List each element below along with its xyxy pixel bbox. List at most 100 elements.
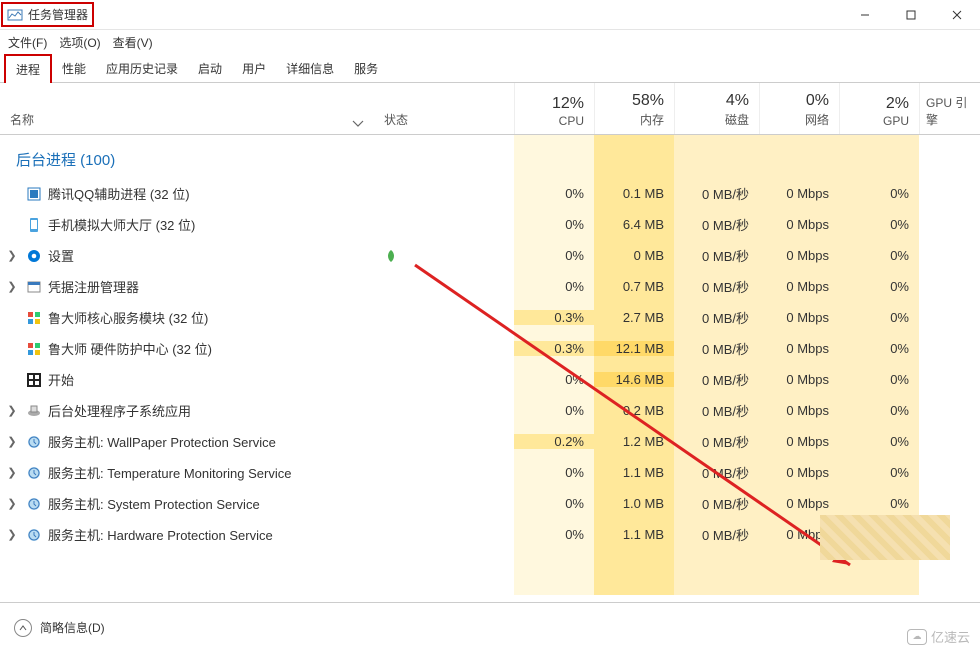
expand-up-button[interactable] xyxy=(14,619,32,637)
maximize-button[interactable] xyxy=(888,0,934,30)
header-gpu[interactable]: 2% GPU xyxy=(839,83,919,134)
header-gpu-engine[interactable]: GPU 引擎 xyxy=(919,83,979,134)
cpu-value: 0% xyxy=(514,465,594,480)
header-sort-indicator[interactable] xyxy=(224,83,384,134)
memory-value: 0 MB xyxy=(594,248,674,263)
table-row[interactable]: 鲁大师核心服务模块 (32 位) 0.3% 2.7 MB 0 MB/秒 0 Mb… xyxy=(0,302,980,333)
process-name: 设置 xyxy=(44,246,384,265)
network-value: 0 Mbps xyxy=(759,310,839,325)
expand-toggle[interactable]: ❯ xyxy=(0,466,24,479)
network-value: 0 Mbps xyxy=(759,248,839,263)
tab-services[interactable]: 服务 xyxy=(344,55,388,82)
watermark: ☁ 亿速云 xyxy=(907,627,970,646)
process-icon xyxy=(24,527,44,543)
memory-value: 0.7 MB xyxy=(594,279,674,294)
expand-toggle[interactable]: ❯ xyxy=(0,249,24,262)
memory-value: 6.4 MB xyxy=(594,217,674,232)
expand-toggle[interactable]: ❯ xyxy=(0,280,24,293)
close-button[interactable] xyxy=(934,0,980,30)
disk-value: 0 MB/秒 xyxy=(674,370,759,389)
titlebar: 任务管理器 xyxy=(0,0,980,30)
disk-value: 0 MB/秒 xyxy=(674,494,759,513)
table-row[interactable]: ❯ 设置 0% 0 MB 0 MB/秒 0 Mbps 0% xyxy=(0,240,980,271)
window-controls xyxy=(842,0,980,30)
disk-value: 0 MB/秒 xyxy=(674,401,759,420)
tab-performance[interactable]: 性能 xyxy=(52,55,96,82)
cpu-value: 0.3% xyxy=(514,310,594,325)
gpu-value: 0% xyxy=(839,403,919,418)
header-cpu[interactable]: 12% CPU xyxy=(514,83,594,134)
network-value: 0 Mbps xyxy=(759,372,839,387)
table-row[interactable]: ❯ 服务主机: Temperature Monitoring Service 0… xyxy=(0,457,980,488)
gpu-value: 0% xyxy=(839,434,919,449)
table-row[interactable]: ❯ 后台处理程序子系统应用 0% 0.2 MB 0 MB/秒 0 Mbps 0% xyxy=(0,395,980,426)
header-network[interactable]: 0% 网络 xyxy=(759,83,839,134)
group-background-processes[interactable]: 后台进程 (100) xyxy=(0,135,980,178)
tab-details[interactable]: 详细信息 xyxy=(276,55,344,82)
network-value: 0 Mbps xyxy=(759,434,839,449)
expand-toggle[interactable]: ❯ xyxy=(0,528,24,541)
menu-view[interactable]: 查看(V) xyxy=(113,34,153,51)
header-status[interactable]: 状态 xyxy=(384,83,514,134)
process-icon xyxy=(24,186,44,202)
column-headers: 名称 状态 12% CPU 58% 内存 4% 磁盘 0% 网络 2% GPU … xyxy=(0,83,980,135)
disk-value: 0 MB/秒 xyxy=(674,525,759,544)
cpu-total: 12% xyxy=(552,95,584,113)
process-name: 后台处理程序子系统应用 xyxy=(44,401,384,420)
table-row[interactable]: 腾讯QQ辅助进程 (32 位) 0% 0.1 MB 0 MB/秒 0 Mbps … xyxy=(0,178,980,209)
cpu-value: 0% xyxy=(514,403,594,418)
memory-total: 58% xyxy=(632,92,664,110)
memory-value: 0.2 MB xyxy=(594,403,674,418)
brief-info-label[interactable]: 简略信息(D) xyxy=(40,619,105,636)
table-row[interactable]: ❯ 服务主机: WallPaper Protection Service 0.2… xyxy=(0,426,980,457)
process-icon xyxy=(24,341,44,357)
process-icon xyxy=(24,403,44,419)
redacted-area xyxy=(820,515,950,560)
gpu-value: 0% xyxy=(839,465,919,480)
disk-value: 0 MB/秒 xyxy=(674,432,759,451)
memory-value: 12.1 MB xyxy=(594,341,674,356)
header-name[interactable]: 名称 xyxy=(0,83,224,134)
menu-options[interactable]: 选项(O) xyxy=(59,34,100,51)
task-manager-icon xyxy=(7,7,23,23)
memory-value: 1.2 MB xyxy=(594,434,674,449)
tab-app-history[interactable]: 应用历史记录 xyxy=(96,55,188,82)
process-name: 手机模拟大师大厅 (32 位) xyxy=(44,215,384,234)
expand-toggle[interactable]: ❯ xyxy=(0,497,24,510)
menubar: 文件(F) 选项(O) 查看(V) xyxy=(0,30,980,55)
window-title: 任务管理器 xyxy=(28,6,88,23)
process-icon xyxy=(24,496,44,512)
gpu-value: 0% xyxy=(839,496,919,511)
disk-value: 0 MB/秒 xyxy=(674,463,759,482)
expand-toggle[interactable]: ❯ xyxy=(0,404,24,417)
tab-users[interactable]: 用户 xyxy=(232,55,276,82)
table-row[interactable]: ❯ 凭据注册管理器 0% 0.7 MB 0 MB/秒 0 Mbps 0% xyxy=(0,271,980,302)
menu-file[interactable]: 文件(F) xyxy=(8,34,47,51)
network-total: 0% xyxy=(806,92,829,110)
header-memory[interactable]: 58% 内存 xyxy=(594,83,674,134)
header-disk[interactable]: 4% 磁盘 xyxy=(674,83,759,134)
network-value: 0 Mbps xyxy=(759,279,839,294)
process-icon xyxy=(24,217,44,233)
process-icon xyxy=(24,248,44,264)
table-row[interactable]: 开始 0% 14.6 MB 0 MB/秒 0 Mbps 0% xyxy=(0,364,980,395)
gpu-value: 0% xyxy=(839,372,919,387)
cpu-value: 0.2% xyxy=(514,434,594,449)
disk-value: 0 MB/秒 xyxy=(674,184,759,203)
chevron-up-icon xyxy=(19,624,27,632)
process-name: 鲁大师核心服务模块 (32 位) xyxy=(44,308,384,327)
minimize-button[interactable] xyxy=(842,0,888,30)
tab-startup[interactable]: 启动 xyxy=(188,55,232,82)
table-row[interactable]: 鲁大师 硬件防护中心 (32 位) 0.3% 12.1 MB 0 MB/秒 0 … xyxy=(0,333,980,364)
memory-value: 1.1 MB xyxy=(594,527,674,542)
disk-value: 0 MB/秒 xyxy=(674,215,759,234)
tab-processes[interactable]: 进程 xyxy=(4,54,52,83)
process-name: 凭据注册管理器 xyxy=(44,277,384,296)
cpu-value: 0% xyxy=(514,186,594,201)
table-row[interactable]: 手机模拟大师大厅 (32 位) 0% 6.4 MB 0 MB/秒 0 Mbps … xyxy=(0,209,980,240)
cpu-value: 0.3% xyxy=(514,341,594,356)
cpu-value: 0% xyxy=(514,248,594,263)
expand-toggle[interactable]: ❯ xyxy=(0,435,24,448)
chevron-down-icon xyxy=(352,120,364,128)
process-list-body: 后台进程 (100) 腾讯QQ辅助进程 (32 位) 0% 0.1 MB 0 M… xyxy=(0,135,980,595)
